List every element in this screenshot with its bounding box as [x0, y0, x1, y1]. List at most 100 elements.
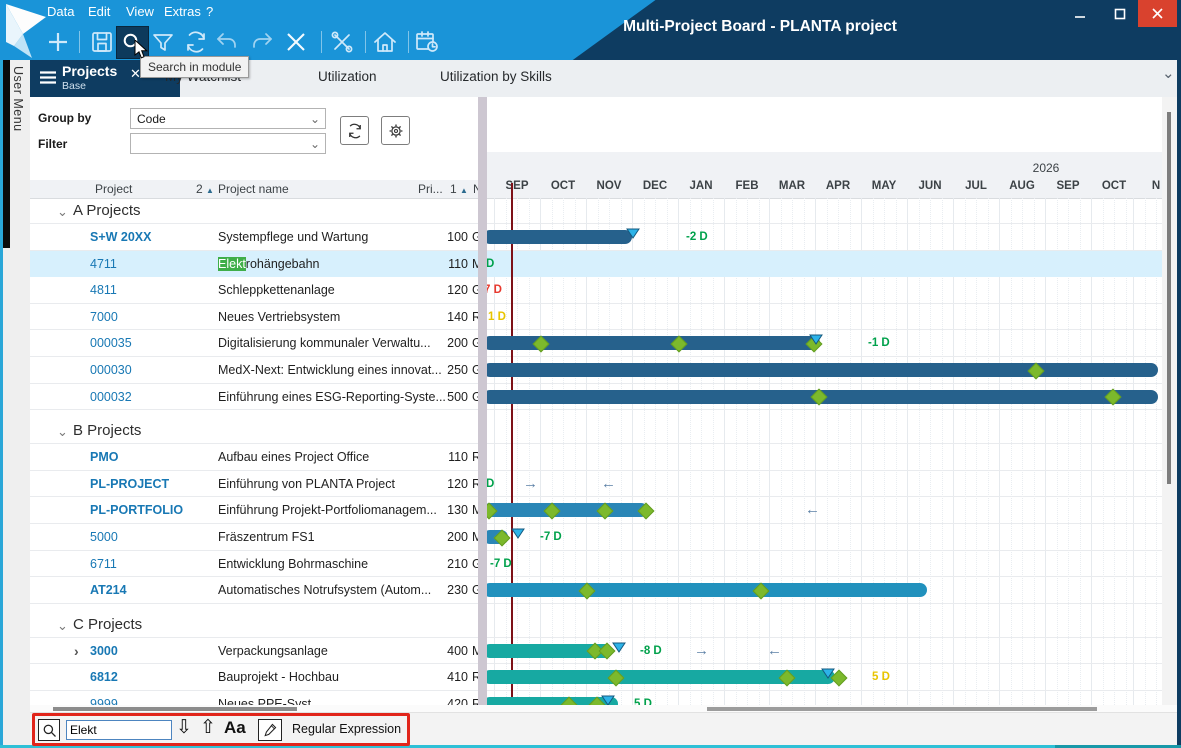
project-code-link[interactable]: 000032 — [90, 390, 132, 404]
project-code-link[interactable]: 3000 — [90, 644, 118, 658]
project-name-cell: Neues PPE-Syst... — [218, 697, 322, 705]
maximize-button[interactable] — [1100, 0, 1140, 27]
chevron-down-icon: ⌄ — [310, 109, 320, 129]
expand-chevron-icon[interactable]: › — [74, 643, 79, 659]
priority-cell: 420 — [418, 697, 468, 705]
gantt-bar[interactable] — [483, 230, 632, 244]
module-menu-icon[interactable] — [413, 28, 441, 56]
refresh-icon[interactable] — [182, 28, 210, 56]
project-code-link[interactable]: PMO — [90, 450, 118, 464]
table-row[interactable]: S+W 20XXSystempflege und Wartung100G-2 D — [30, 224, 1162, 251]
horizontal-scrollbars — [30, 705, 1177, 712]
timeline-month-oct: OCT — [1102, 180, 1126, 192]
table-row[interactable]: 6711Entwicklung Bohrmaschine210G-7 D — [30, 551, 1162, 578]
priority-cell: 100 — [418, 230, 468, 244]
tab-utilization[interactable]: Utilization — [318, 69, 377, 84]
table-row[interactable]: ›3000Verpackungsanlage400M→←-8 D — [30, 638, 1162, 665]
table-row[interactable]: PL-PORTFOLIO Einführung Projekt-Portfolio… — [30, 497, 1162, 524]
delete-icon[interactable] — [282, 28, 310, 56]
column-header-priority[interactable]: Pri... — [418, 182, 443, 196]
project-code-link[interactable]: 6812 — [90, 670, 118, 684]
table-row[interactable]: 000035Digitalisierung kommunaler Verwalt… — [30, 330, 1162, 357]
menu-view[interactable]: View — [126, 4, 154, 19]
table-horizontal-scrollbar-thumb[interactable] — [53, 707, 297, 711]
refresh-groups-button[interactable] — [340, 116, 369, 145]
dependency-arrow-left-icon: ← — [601, 475, 616, 492]
column-header-project[interactable]: Project — [95, 182, 132, 196]
tab-utilization-by-skills[interactable]: Utilization by Skills — [440, 69, 552, 84]
table-row[interactable]: 4711Elektrohängebahn110MD — [30, 251, 1162, 278]
project-name-cell: Einführung Projekt-Portfoliomanagem... — [218, 503, 437, 517]
group-by-label: Group by — [38, 111, 91, 125]
group-by-select[interactable]: Code ⌄ — [130, 108, 326, 129]
menu-edit[interactable]: Edit — [88, 4, 110, 19]
table-row[interactable]: 4811Schleppkettenanlage120G7 D — [30, 277, 1162, 304]
project-code-link[interactable]: 000030 — [90, 363, 132, 377]
filter-icon[interactable] — [149, 28, 177, 56]
vertical-scrollbar[interactable] — [1162, 97, 1177, 705]
undo-icon[interactable] — [213, 28, 241, 56]
chevron-down-icon[interactable]: ⌄ — [57, 424, 68, 440]
save-icon[interactable] — [88, 28, 116, 56]
project-code-link[interactable]: 7000 — [90, 310, 118, 324]
gantt-bar[interactable] — [483, 363, 1158, 377]
customizer-icon[interactable] — [328, 28, 356, 56]
project-name-cell: Neues Vertriebsystem — [218, 310, 340, 324]
menu-[interactable]: ? — [206, 4, 213, 19]
application-window: DataEditViewExtras? Multi-Project Board … — [0, 0, 1181, 748]
minimize-button[interactable] — [1060, 0, 1100, 27]
table-gantt-splitter[interactable] — [478, 97, 487, 705]
delay-label: -7 D — [490, 558, 512, 570]
project-code-link[interactable]: 4711 — [90, 257, 117, 271]
toolbar-separator — [408, 31, 409, 53]
project-code-link[interactable]: AT214 — [90, 583, 127, 597]
project-code-link[interactable]: 000035 — [90, 336, 132, 350]
group-row[interactable]: ⌄C Projects — [30, 614, 1162, 638]
table-row[interactable]: PL-PROJECTEinführung von PLANTA Project1… — [30, 471, 1162, 498]
hamburger-icon[interactable] — [40, 71, 56, 84]
project-code-link[interactable]: 5000 — [90, 530, 118, 544]
table-row[interactable]: 6812Bauprojekt - Hochbau410R5 D — [30, 664, 1162, 691]
project-code-link[interactable]: 4811 — [90, 283, 117, 297]
tab-overflow-chevron-down-icon[interactable]: ⌄ — [1162, 64, 1175, 82]
column-header-project-name[interactable]: Project name — [218, 182, 289, 196]
gantt-horizontal-scrollbar-thumb[interactable] — [707, 707, 1097, 711]
menu-extras[interactable]: Extras — [164, 4, 201, 19]
delay-label: -1 D — [868, 337, 890, 349]
table-row[interactable]: 000032Einführung eines ESG-Reporting-Sys… — [30, 384, 1162, 411]
dependency-arrow-right-icon: → — [523, 475, 538, 492]
window-right-border — [1177, 60, 1181, 748]
redo-icon[interactable] — [248, 28, 276, 56]
tab-projects-title: Projects — [62, 63, 117, 79]
project-code-link[interactable]: PL-PORTFOLIO — [90, 503, 183, 517]
delay-label: 1 D — [488, 311, 506, 323]
vertical-scrollbar-thumb[interactable] — [1167, 112, 1171, 484]
group-row[interactable]: ⌄B Projects — [30, 420, 1162, 444]
gantt-bar[interactable] — [483, 503, 648, 517]
close-button[interactable] — [1138, 0, 1177, 27]
group-row[interactable]: ⌄A Projects — [30, 200, 1162, 224]
project-code-link[interactable]: S+W 20XX — [90, 230, 152, 244]
project-code-link[interactable]: PL-PROJECT — [90, 477, 169, 491]
toolbar-separator — [365, 31, 366, 53]
chevron-down-icon[interactable]: ⌄ — [57, 618, 68, 634]
table-row[interactable]: 000030MedX-Next: Entwicklung eines innov… — [30, 357, 1162, 384]
table-row[interactable]: 5000Fräszentrum FS1200M-7 D — [30, 524, 1162, 551]
module-search-bar: ⇩ ⇧ Aa Regular Expression — [30, 712, 1177, 746]
project-code-link[interactable]: 9999 — [90, 697, 118, 705]
table-row[interactable]: 7000Neues Vertriebsystem140R1 D — [30, 304, 1162, 331]
filter-select[interactable]: ⌄ — [130, 133, 326, 154]
table-row[interactable]: 9999Neues PPE-Syst...420R5 D — [30, 691, 1162, 705]
menu-data[interactable]: Data — [47, 4, 74, 19]
gantt-bar[interactable] — [483, 583, 927, 597]
table-row[interactable]: PMOAufbau eines Project Office110R — [30, 444, 1162, 471]
chevron-down-icon[interactable]: ⌄ — [57, 204, 68, 220]
home-icon[interactable] — [371, 28, 399, 56]
settings-button[interactable] — [381, 116, 410, 145]
project-code-link[interactable]: 6711 — [90, 557, 117, 571]
project-name-cell: Aufbau eines Project Office — [218, 450, 369, 464]
new-icon[interactable] — [44, 28, 72, 56]
table-row[interactable]: AT214Automatisches Notrufsystem (Autom..… — [30, 577, 1162, 604]
user-menu-sidebar[interactable]: User Menu — [0, 60, 30, 745]
delay-label: -7 D — [540, 531, 562, 543]
